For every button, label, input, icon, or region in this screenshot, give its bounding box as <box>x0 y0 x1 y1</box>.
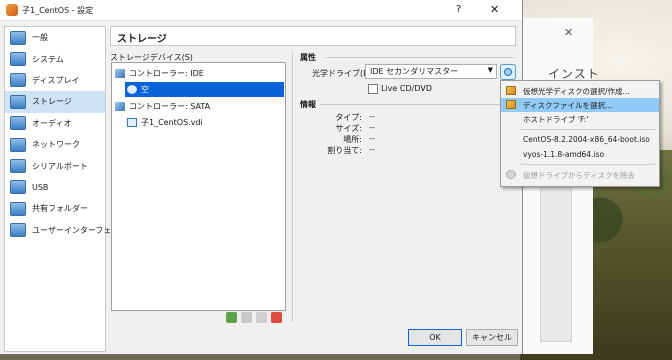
menu-item-label: 仮想光学ディスクの選択/作成... <box>523 86 630 96</box>
live-cd-label: Live CD/DVD <box>381 84 432 93</box>
menu-item-label: ホストドライブ 'F:' <box>523 114 589 124</box>
cancel-button[interactable]: キャンセル <box>466 329 518 346</box>
ide-controller-icon <box>115 69 125 78</box>
settings-sidebar: 一般 システム ディスプレイ ストレージ オーディオ ネットワーク シリアルポー… <box>4 26 127 352</box>
sidebar-item-network[interactable]: ネットワーク <box>5 134 105 155</box>
choose-disk-button[interactable] <box>500 64 516 80</box>
tree-item-label: コントローラー: IDE <box>129 69 204 78</box>
remove-attachment-icon[interactable] <box>271 312 282 323</box>
info-attached-value: -- <box>369 145 375 154</box>
sidebar-item-label: 一般 <box>32 33 48 43</box>
optical-disk-menu: 仮想光学ディスクの選択/作成... ディスクファイルを選択... ホストドライブ… <box>500 80 660 187</box>
info-type-value: -- <box>369 112 375 121</box>
ok-button[interactable]: OK <box>408 329 462 346</box>
menu-item-centos-iso[interactable]: CentOS-8.2.2004-x86_64-boot.iso <box>501 132 659 146</box>
storage-icon <box>10 94 26 109</box>
optical-disc-icon <box>504 68 512 76</box>
tree-item-ide-controller[interactable]: コントローラー: IDE <box>115 66 283 81</box>
menu-item-remove-disk: 仮想ドライブからディスクを除去 <box>501 168 659 182</box>
sata-controller-icon <box>115 102 125 111</box>
sidebar-item-label: ディスプレイ <box>32 75 80 85</box>
divider <box>292 52 293 322</box>
info-size-label: サイズ: <box>335 124 362 133</box>
sidebar-item-audio[interactable]: オーディオ <box>5 113 105 134</box>
sidebar-item-label: オーディオ <box>32 118 72 128</box>
info-location-label: 場所: <box>343 135 362 144</box>
menu-item-choose-disk-file[interactable]: ディスクファイルを選択... <box>501 98 659 112</box>
sidebar-item-user-interface[interactable]: ユーザーインターフェース <box>5 220 127 241</box>
live-cd-checkbox[interactable] <box>368 84 378 94</box>
virtualbox-icon <box>6 4 18 16</box>
add-attachment-icon[interactable] <box>256 312 267 323</box>
divider <box>320 104 515 105</box>
sidebar-item-label: システム <box>32 54 64 64</box>
background-window-close-button[interactable]: ✕ <box>564 26 573 39</box>
info-location-value: -- <box>369 134 375 143</box>
menu-separator <box>521 164 655 165</box>
info-type-label: タイプ: <box>335 113 362 122</box>
window-title: 子1_CentOS - 設定 <box>22 6 94 15</box>
tree-item-vdi[interactable]: 子1_CentOS.vdi <box>127 115 284 130</box>
shared-folder-icon <box>10 201 26 216</box>
menu-item-label: ディスクファイルを選択... <box>523 100 613 110</box>
information-heading: 情報 <box>300 100 316 109</box>
remove-controller-icon[interactable] <box>241 312 252 323</box>
menu-item-label: vyos-1.1.8-amd64.iso <box>523 149 605 159</box>
sidebar-item-storage[interactable]: ストレージ <box>5 91 105 113</box>
optical-disc-icon <box>127 85 137 94</box>
sidebar-item-general[interactable]: 一般 <box>5 27 105 48</box>
chevron-down-icon: ▼ <box>487 66 493 74</box>
sidebar-item-system[interactable]: システム <box>5 48 105 69</box>
sidebar-item-serial-port[interactable]: シリアルポート <box>5 155 105 176</box>
menu-item-label: CentOS-8.2.2004-x86_64-boot.iso <box>523 134 650 144</box>
usb-icon <box>10 180 26 195</box>
help-button[interactable]: ? <box>456 4 461 15</box>
info-size-value: -- <box>369 123 375 132</box>
page-title: ストレージ <box>117 34 167 45</box>
sidebar-item-display[interactable]: ディスプレイ <box>5 70 105 91</box>
page-title-box: ストレージ <box>110 26 516 46</box>
optical-drive-select[interactable]: IDE セカンダリマスター ▼ <box>365 64 497 79</box>
choose-file-icon <box>506 100 516 109</box>
storage-tree[interactable]: コントローラー: IDE 空 コントローラー: SATA 子1_CentOS.v… <box>111 62 286 311</box>
menu-separator <box>521 129 655 130</box>
add-controller-icon[interactable] <box>226 312 237 323</box>
menu-item-vyos-iso[interactable]: vyos-1.1.8-amd64.iso <box>501 147 659 161</box>
sidebar-item-label: ネットワーク <box>32 140 80 150</box>
tree-item-label: コントローラー: SATA <box>129 102 211 111</box>
optical-drive-value: IDE セカンダリマスター <box>370 67 459 76</box>
sidebar-item-label: シリアルポート <box>32 161 88 171</box>
network-icon <box>10 137 26 152</box>
sidebar-item-label: 共有フォルダー <box>32 204 88 214</box>
sidebar-item-label: USB <box>32 182 49 192</box>
audio-icon <box>10 116 26 131</box>
title-bar[interactable]: 子1_CentOS - 設定 ? ✕ <box>0 0 522 21</box>
remove-disk-icon <box>506 170 516 179</box>
settings-dialog: 子1_CentOS - 設定 ? ✕ 一般 システム ディスプレイ ストレージ … <box>0 0 523 354</box>
menu-item-host-drive[interactable]: ホストドライブ 'F:' <box>501 112 659 126</box>
display-icon <box>10 73 26 88</box>
menu-item-create-disk[interactable]: 仮想光学ディスクの選択/作成... <box>501 84 659 98</box>
create-disk-icon <box>506 86 516 95</box>
serial-port-icon <box>10 159 26 174</box>
tree-item-empty-optical[interactable]: 空 <box>125 82 284 97</box>
menu-item-label: 仮想ドライブからディスクを除去 <box>523 170 635 180</box>
info-attached-label: 割り当て: <box>327 146 362 155</box>
general-icon <box>10 30 26 45</box>
sidebar-item-shared-folders[interactable]: 共有フォルダー <box>5 198 105 219</box>
hard-disk-icon <box>127 118 137 127</box>
tree-item-label: 子1_CentOS.vdi <box>141 118 203 127</box>
system-icon <box>10 52 26 67</box>
sidebar-item-label: ストレージ <box>32 97 72 107</box>
close-button[interactable]: ✕ <box>490 3 499 16</box>
tree-item-sata-controller[interactable]: コントローラー: SATA <box>115 99 283 114</box>
attributes-heading: 属性 <box>300 53 316 62</box>
tree-item-label: 空 <box>141 85 149 94</box>
sidebar-item-usb[interactable]: USB <box>5 177 105 198</box>
divider <box>325 57 515 58</box>
user-interface-icon <box>10 223 26 238</box>
